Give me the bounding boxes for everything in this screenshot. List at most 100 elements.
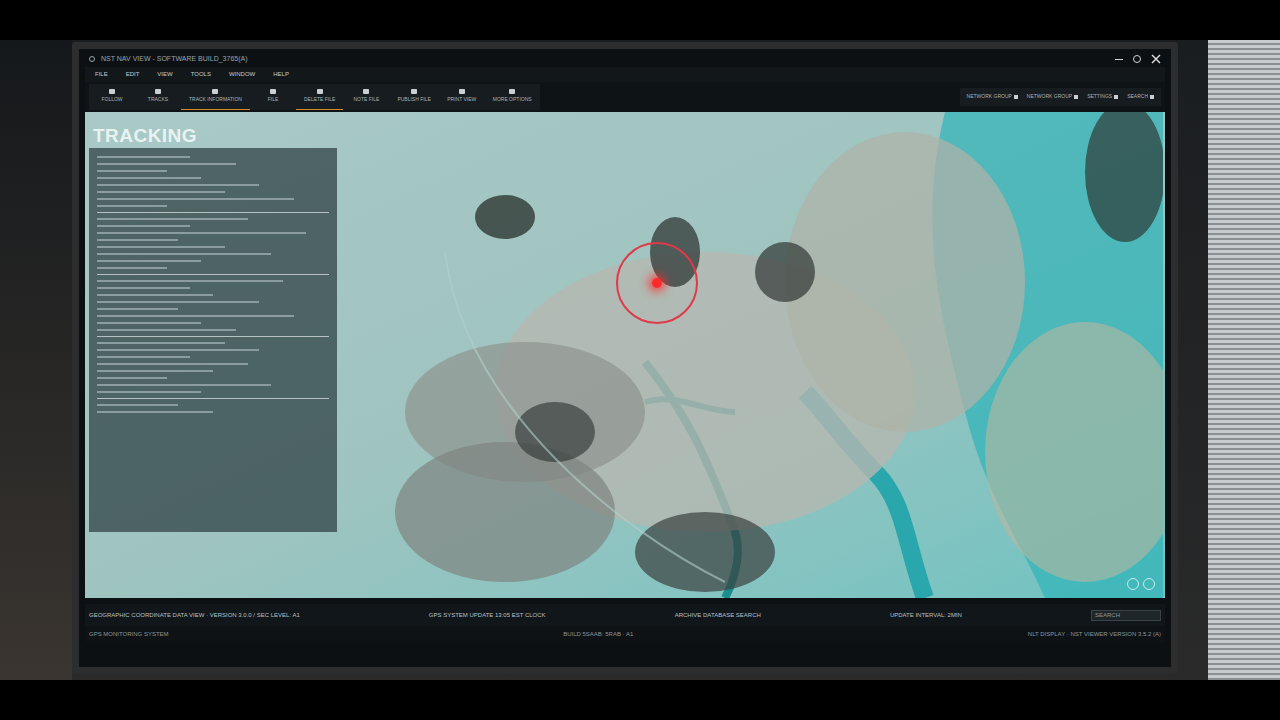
log-line bbox=[97, 404, 178, 406]
log-line bbox=[97, 322, 201, 324]
menu-bar: FILE EDIT VIEW TOOLS WINDOW HELP bbox=[85, 67, 1165, 82]
log-line bbox=[97, 225, 190, 227]
log-line bbox=[97, 191, 225, 193]
toolbar-button[interactable]: TRACK INFORMATION bbox=[181, 84, 250, 110]
zoom-out-icon[interactable] bbox=[1143, 578, 1155, 590]
menu-item[interactable]: TOOLS bbox=[191, 70, 211, 79]
toolbar-label: DELETE FILE bbox=[304, 96, 335, 104]
log-line bbox=[97, 349, 259, 351]
zoom-in-icon[interactable] bbox=[1127, 578, 1139, 590]
window-blinds bbox=[1208, 40, 1280, 680]
log-line bbox=[97, 377, 167, 379]
letterbox-top bbox=[0, 0, 1280, 40]
log-line bbox=[97, 384, 271, 386]
tool-icon bbox=[212, 89, 218, 94]
tool-icon bbox=[109, 89, 115, 94]
status-text: GPS MONITORING SYSTEM bbox=[89, 630, 169, 639]
map[interactable]: TRACKING bbox=[85, 112, 1165, 598]
log-line bbox=[97, 205, 167, 207]
log-line bbox=[97, 315, 294, 317]
tracking-dot bbox=[652, 278, 662, 288]
log-line bbox=[97, 246, 225, 248]
log-line bbox=[97, 198, 294, 200]
log-line bbox=[97, 391, 201, 393]
button-label: SEARCH bbox=[1127, 93, 1148, 101]
toolbar-label: TRACK INFORMATION bbox=[189, 96, 242, 104]
log-line bbox=[97, 218, 248, 220]
tracking-ring bbox=[616, 242, 698, 324]
log-line bbox=[97, 163, 236, 165]
log-line bbox=[97, 212, 329, 213]
toolbar-button[interactable]: MORE OPTIONS bbox=[485, 84, 540, 110]
log-line bbox=[97, 336, 329, 337]
right-button[interactable]: SETTINGS bbox=[1084, 93, 1121, 101]
log-line bbox=[97, 184, 259, 186]
toolbar-label: PRINT VIEW bbox=[447, 96, 476, 104]
log-panel bbox=[89, 148, 337, 532]
status-text: UPDATE INTERVAL: 2MIN bbox=[890, 611, 962, 620]
minimize-icon[interactable] bbox=[1115, 59, 1123, 60]
close-icon[interactable] bbox=[1151, 54, 1161, 64]
toolbar-label: NOTE FILE bbox=[353, 96, 379, 104]
log-line bbox=[97, 170, 167, 172]
menu-item[interactable]: HELP bbox=[273, 70, 289, 79]
toolbar-button[interactable]: FOLLOW bbox=[89, 84, 135, 110]
room-left bbox=[0, 40, 72, 680]
log-line bbox=[97, 398, 329, 399]
monitor: NST NAV VIEW - SOFTWARE BUILD_3765(A) FI… bbox=[72, 42, 1178, 674]
button-icon bbox=[1114, 95, 1118, 99]
log-line bbox=[97, 280, 283, 282]
toolbar-label: PUBLISH FILE bbox=[397, 96, 430, 104]
log-line bbox=[97, 342, 225, 344]
status-text: NLT DISPLAY · NST VIEWER VERSION 3.5.2 (… bbox=[1028, 630, 1161, 639]
log-line bbox=[97, 239, 178, 241]
log-line bbox=[97, 156, 190, 158]
app-icon bbox=[89, 56, 95, 62]
toolbar-label: TRACKS bbox=[148, 96, 168, 104]
letterbox-bottom bbox=[0, 680, 1280, 720]
toolbar-button[interactable]: TRACKS bbox=[135, 84, 181, 110]
tool-icon bbox=[459, 89, 465, 94]
right-button[interactable]: NETWORK GROUP bbox=[1024, 93, 1081, 101]
menu-item[interactable]: VIEW bbox=[157, 70, 172, 79]
log-line bbox=[97, 363, 248, 365]
button-label: NETWORK GROUP bbox=[967, 93, 1012, 101]
log-line bbox=[97, 274, 329, 275]
right-button[interactable]: NETWORK GROUP bbox=[964, 93, 1021, 101]
log-line bbox=[97, 329, 236, 331]
status-text: GPS SYSTEM UPDATE 13:05 EST CLOCK bbox=[429, 611, 546, 620]
status-text: ARCHIVE DATABASE SEARCH bbox=[675, 611, 761, 620]
right-button[interactable]: SEARCH bbox=[1124, 93, 1157, 101]
toolbar-button[interactable]: PRINT VIEW bbox=[439, 84, 485, 110]
toolbar-button[interactable]: PUBLISH FILE bbox=[389, 84, 438, 110]
menu-item[interactable]: WINDOW bbox=[229, 70, 255, 79]
status-text: BUILD 5SAAB: 5RAB · A1 bbox=[563, 630, 633, 639]
toolbar-button[interactable]: DELETE FILE bbox=[296, 84, 343, 110]
search-field[interactable] bbox=[1091, 610, 1161, 621]
tool-icon bbox=[270, 89, 276, 94]
log-line bbox=[97, 253, 271, 255]
status-text: GEOGRAPHIC COORDINATE DATA VIEW · VERSIO… bbox=[89, 611, 300, 620]
restore-icon[interactable] bbox=[1133, 55, 1141, 63]
toolbar-label: FILE bbox=[268, 96, 279, 104]
toolbar: FOLLOW TRACKS TRACK INFORMATION FILE DELETE … bbox=[85, 82, 1165, 112]
log-line bbox=[97, 356, 190, 358]
menu-item[interactable]: FILE bbox=[95, 70, 108, 79]
tool-icon bbox=[317, 89, 323, 94]
toolbar-label: FOLLOW bbox=[101, 96, 122, 104]
log-line bbox=[97, 411, 213, 413]
log-line bbox=[97, 287, 190, 289]
button-label: NETWORK GROUP bbox=[1027, 93, 1072, 101]
tool-icon bbox=[155, 89, 161, 94]
screen: NST NAV VIEW - SOFTWARE BUILD_3765(A) FI… bbox=[79, 49, 1171, 667]
log-line bbox=[97, 232, 306, 234]
log-line bbox=[97, 308, 178, 310]
menu-item[interactable]: EDIT bbox=[126, 70, 140, 79]
button-icon bbox=[1150, 95, 1154, 99]
toolbar-button[interactable]: NOTE FILE bbox=[343, 84, 389, 110]
status-bar-2: GPS MONITORING SYSTEM BUILD 5SAAB: 5RAB ·… bbox=[85, 626, 1165, 642]
log-line bbox=[97, 267, 167, 269]
tool-icon bbox=[411, 89, 417, 94]
toolbar-button[interactable]: FILE bbox=[250, 84, 296, 110]
status-bar: GEOGRAPHIC COORDINATE DATA VIEW · VERSIO… bbox=[85, 604, 1165, 626]
